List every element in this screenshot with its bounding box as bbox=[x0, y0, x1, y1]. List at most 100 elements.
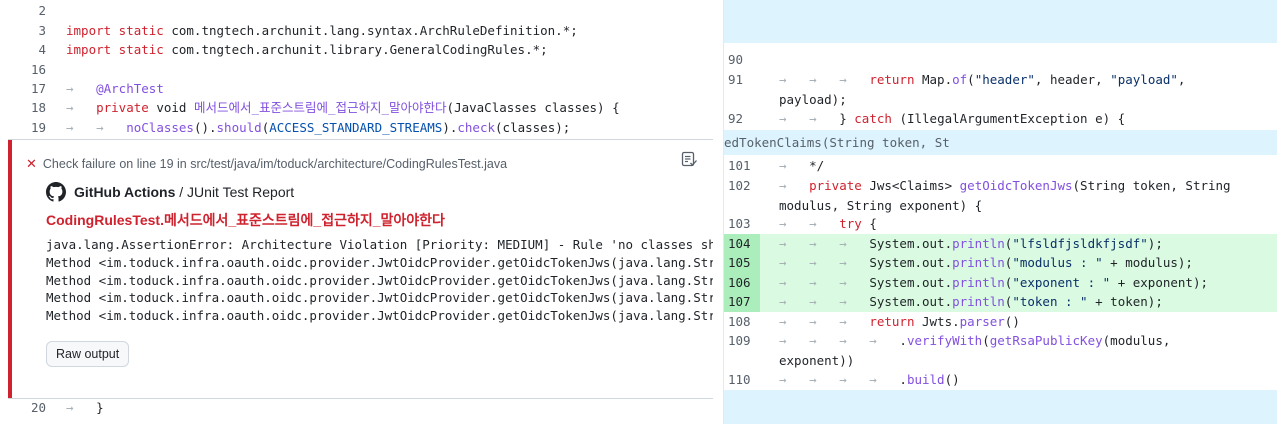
check-failure-annotation: ✕ Check failure on line 19 in src/test/ja… bbox=[8, 139, 713, 399]
code-token: , header, bbox=[1034, 72, 1111, 87]
message-line: java.lang.AssertionError: Architecture V… bbox=[46, 237, 713, 252]
code-token: System.out. bbox=[869, 275, 953, 290]
line-number[interactable]: 20 bbox=[0, 398, 66, 417]
code-token: System.out. bbox=[869, 236, 953, 251]
line-number[interactable]: 18 bbox=[0, 98, 66, 117]
diff-line: 101 → */ bbox=[724, 156, 1277, 176]
code-token: println bbox=[952, 236, 1005, 251]
code-line: 2 bbox=[0, 1, 66, 20]
code-token: import static bbox=[66, 42, 172, 57]
line-number[interactable]: 17 bbox=[0, 79, 66, 98]
line-number[interactable]: 90 bbox=[724, 50, 760, 70]
code-token: private bbox=[809, 178, 870, 193]
line-number[interactable]: 108 bbox=[724, 312, 760, 332]
line-code: → → → System.out.println("exponent : " +… bbox=[779, 273, 1208, 293]
hunk-header[interactable]: edTokenClaims(String token, St bbox=[724, 130, 1277, 155]
code-token: @ArchTest bbox=[96, 81, 164, 96]
github-logo-icon bbox=[46, 182, 66, 202]
code-token: check bbox=[457, 120, 496, 135]
code-token: com.tngtech.archunit.library.GeneralCodi… bbox=[171, 42, 548, 57]
added-diff-line: 107 → → → System.out.println("token : " +… bbox=[724, 292, 1277, 312]
annotation-message: java.lang.AssertionError: Architecture V… bbox=[46, 236, 713, 325]
code-token: void bbox=[156, 100, 194, 115]
message-line: Method <im.toduck.infra.oauth.oidc.provi… bbox=[46, 308, 713, 324]
code-line: 16 bbox=[0, 60, 66, 79]
indent-arrow: → → bbox=[779, 111, 840, 126]
app-report-name: JUnit Test Report bbox=[187, 184, 295, 200]
code-token: "modulus : " bbox=[1012, 255, 1103, 270]
code-line: 20 → } bbox=[0, 398, 104, 417]
added-diff-line: 106 → → → System.out.println("exponent : … bbox=[724, 273, 1277, 293]
code-token: Jws<Claims> bbox=[869, 178, 960, 193]
code-token: "payload" bbox=[1110, 72, 1178, 87]
line-number[interactable]: 107 bbox=[724, 292, 760, 312]
hunk-expander-bottom[interactable] bbox=[724, 390, 1277, 424]
code-token: println bbox=[952, 255, 1005, 270]
code-token: */ bbox=[809, 158, 825, 173]
line-number[interactable]: 102 bbox=[724, 176, 760, 196]
line-number[interactable]: 92 bbox=[724, 109, 760, 129]
code-token: System.out. bbox=[869, 255, 953, 270]
line-code: → → } catch (IllegalArgumentException e)… bbox=[779, 109, 1125, 129]
code-line: 17 → @ArchTest bbox=[0, 79, 164, 98]
line-number[interactable]: 4 bbox=[0, 40, 66, 59]
clipboard-check-icon[interactable] bbox=[680, 150, 700, 170]
diff-line: 109 → → → → .verifyWith(getRsaPublicKey(m… bbox=[724, 331, 1277, 370]
annotation-title: CodingRulesTest.메서드에서_표준스트림에_접근하지_말아야한다 bbox=[46, 212, 445, 228]
code-token: ); bbox=[1147, 236, 1163, 251]
code-token: noClasses bbox=[126, 120, 194, 135]
annotation-source: GitHub Actions / JUnit Test Report bbox=[46, 182, 294, 202]
code-token: should bbox=[216, 120, 262, 135]
code-token: import static bbox=[66, 23, 172, 38]
line-number[interactable]: 104 bbox=[724, 234, 760, 254]
indent-arrow: → → → → bbox=[779, 372, 900, 387]
line-number[interactable]: 3 bbox=[0, 21, 66, 40]
left-code-panel: 2 3 import static com.tngtech.archunit.lan… bbox=[0, 0, 713, 424]
indent-arrow: → → → bbox=[779, 314, 870, 329]
right-diff-panel: 90 91 → → → return Map.of("header", header… bbox=[723, 0, 1277, 424]
code-token: ). bbox=[442, 120, 458, 135]
raw-output-button[interactable]: Raw output bbox=[46, 341, 130, 367]
code-token: . bbox=[899, 372, 907, 387]
code-line: 18 → private void 메서드에서_표준스트림에_접근하지_말아야한다… bbox=[0, 98, 620, 117]
line-code: → → → System.out.println("modulus : " + … bbox=[779, 253, 1193, 273]
message-line: Method <im.toduck.infra.oauth.oidc.provi… bbox=[46, 272, 713, 288]
line-number[interactable]: 109 bbox=[724, 331, 760, 351]
code-token: com.tngtech.archunit.lang.syntax.ArchRul… bbox=[171, 23, 578, 38]
code-token: () bbox=[1004, 314, 1020, 329]
code-token: verifyWith bbox=[906, 333, 983, 348]
code-token: try bbox=[839, 216, 870, 231]
indent-arrow: → → → bbox=[779, 236, 870, 251]
indent-arrow: → bbox=[66, 400, 97, 415]
code-token: } bbox=[839, 111, 855, 126]
line-number[interactable]: 91 bbox=[724, 70, 760, 90]
indent-arrow: → → → bbox=[779, 255, 870, 270]
wrapped-code: modulus, String exponent) { bbox=[779, 197, 983, 213]
code-token: ( bbox=[967, 72, 975, 87]
code-token: (IllegalArgumentException e) { bbox=[899, 111, 1126, 126]
diff-line: 90 bbox=[724, 50, 1277, 70]
hunk-expander-top[interactable] bbox=[724, 0, 1277, 43]
code-token: "token : " bbox=[1012, 294, 1088, 309]
wrapped-code: exponent)) bbox=[779, 352, 855, 368]
line-number[interactable]: 103 bbox=[724, 214, 760, 234]
indent-arrow: → → → → bbox=[779, 333, 900, 348]
code-token: "header" bbox=[974, 72, 1035, 87]
line-number[interactable]: 110 bbox=[724, 370, 760, 390]
code-token: return bbox=[869, 72, 922, 87]
line-number[interactable]: 105 bbox=[724, 253, 760, 273]
diff-line: 108 → → → return Jwts.parser() bbox=[724, 312, 1277, 332]
annotation-header-text: Check failure on line 19 in src/test/jav… bbox=[42, 157, 508, 171]
code-token: "lfsldfjsldkfjsdf" bbox=[1012, 236, 1148, 251]
code-token: parser bbox=[959, 314, 1005, 329]
code-token: ( bbox=[982, 333, 990, 348]
line-number[interactable]: 19 bbox=[0, 118, 66, 137]
code-token: getRsaPublicKey bbox=[989, 333, 1103, 348]
line-number[interactable]: 16 bbox=[0, 60, 66, 79]
line-number[interactable]: 106 bbox=[724, 273, 760, 293]
line-number[interactable]: 101 bbox=[724, 156, 760, 176]
line-number[interactable]: 2 bbox=[0, 1, 66, 20]
code-token: { bbox=[869, 216, 877, 231]
code-token: () bbox=[944, 372, 960, 387]
indent-arrow: → bbox=[66, 100, 97, 115]
